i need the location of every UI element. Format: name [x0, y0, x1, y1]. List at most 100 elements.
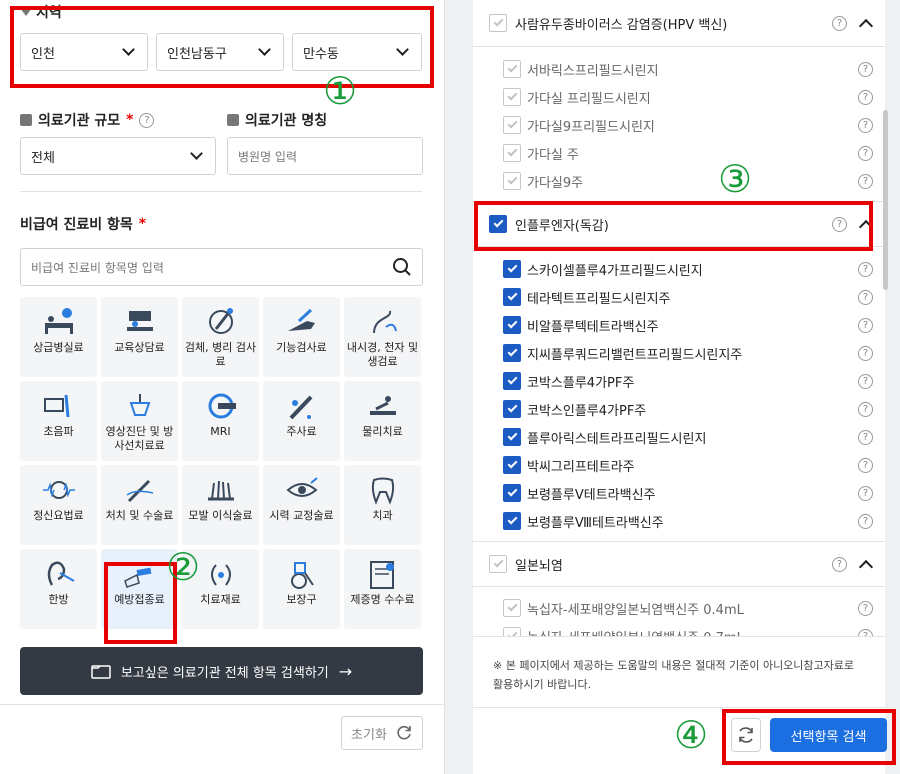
checkbox[interactable] — [503, 400, 521, 418]
help-icon[interactable]: ? — [858, 600, 873, 616]
help-icon[interactable]: ? — [858, 61, 873, 77]
vaccine-item[interactable]: 녹십자-세포배양일본뇌염백신주 0.4mL? — [503, 594, 873, 622]
checkbox[interactable] — [503, 88, 521, 106]
category-tile[interactable]: 상급병실료 — [20, 297, 97, 377]
wheelchair-icon — [285, 559, 319, 589]
category-tile[interactable]: 주사료 — [263, 381, 340, 461]
search-icon[interactable] — [392, 257, 412, 277]
category-tile[interactable]: 검체, 병리 검사료 — [182, 297, 259, 377]
checkbox[interactable] — [503, 144, 521, 162]
category-tile[interactable]: 한방 — [20, 549, 97, 629]
help-icon[interactable]: ? — [139, 112, 155, 128]
category-tile[interactable]: 기능검사료 — [263, 297, 340, 377]
checkbox[interactable] — [503, 60, 521, 78]
category-tile[interactable]: 치과 — [344, 465, 421, 545]
category-label: 내시경, 천자 및 생검료 — [346, 341, 419, 369]
search-all-button[interactable]: 보고싶은 의료기관 전체 항목 검색하기 → — [20, 647, 423, 695]
help-icon[interactable]: ? — [858, 345, 873, 361]
help-icon[interactable]: ? — [858, 317, 873, 333]
vaccine-item[interactable]: 보령플루Ⅷ테트라백신주? — [503, 507, 873, 535]
search-filter-panel: 지역 인천 인천남동구 만수동 ① 의료기관 규모 * ? 전체 의료기관 명칭 … — [0, 0, 445, 774]
category-label: 교육상담료 — [114, 341, 165, 354]
vaccine-item[interactable]: 박씨그리프테트라주? — [503, 451, 873, 479]
category-tile[interactable]: 물리치료 — [344, 381, 421, 461]
help-icon[interactable]: ? — [858, 117, 873, 133]
help-icon[interactable]: ? — [858, 289, 873, 305]
category-tile[interactable]: 보장구 — [263, 549, 340, 629]
vaccine-group-header[interactable]: 일본뇌염? — [473, 541, 885, 587]
category-tile[interactable]: 초음파 — [20, 381, 97, 461]
vaccine-item[interactable]: 가다실 주? — [503, 139, 873, 167]
vaccine-item[interactable]: 지씨플루쿼드리밸런트프리필드시린지주? — [503, 339, 873, 367]
checkbox[interactable] — [503, 344, 521, 362]
vaccine-item[interactable]: 가다실 프리필드시린지? — [503, 83, 873, 111]
vaccine-label: 녹십자-세포배양일본뇌염백신주 0.4mL — [527, 602, 744, 618]
vaccine-item[interactable]: 서바릭스프리필드시린지? — [503, 55, 873, 83]
chevron-up-icon[interactable] — [858, 559, 874, 574]
category-tile[interactable]: 교육상담료 — [101, 297, 178, 377]
checkbox[interactable] — [503, 512, 521, 530]
help-icon[interactable]: ? — [858, 457, 873, 473]
vaccine-label: 스카이셀플루4가프리필드시린지 — [527, 263, 703, 279]
size-select[interactable]: 전체 — [20, 137, 216, 175]
checkbox[interactable] — [503, 484, 521, 502]
help-icon[interactable]: ? — [858, 373, 873, 389]
vaccine-item[interactable]: 가다실9주? — [503, 167, 873, 195]
checkbox[interactable] — [503, 372, 521, 390]
hospital-name-input[interactable]: 병원명 입력 — [227, 137, 423, 175]
help-icon[interactable]: ? — [858, 145, 873, 161]
category-label: 제증명 수수료 — [350, 593, 415, 606]
vaccine-item[interactable]: 코박스인플루4가PF주? — [503, 395, 873, 423]
checkbox[interactable] — [503, 316, 521, 334]
check-icon — [507, 601, 517, 612]
vaccine-item[interactable]: 스카이셀플루4가프리필드시린지? — [503, 255, 873, 283]
category-tile[interactable]: 처치 및 수술료 — [101, 465, 178, 545]
category-tile[interactable]: 내시경, 천자 및 생검료 — [344, 297, 421, 377]
help-icon[interactable]: ? — [858, 173, 873, 189]
fee-item-search-input[interactable]: 비급여 진료비 항목명 입력 — [20, 248, 423, 286]
vaccine-item[interactable]: 비알플루텍테트라백신주? — [503, 311, 873, 339]
vaccine-label: 보령플루Ⅷ테트라백신주 — [527, 515, 664, 531]
vaccine-item[interactable]: 플루아릭스테트라프리필드시린지? — [503, 423, 873, 451]
checkbox[interactable] — [503, 116, 521, 134]
category-tile[interactable]: 영상진단 및 방사선치료료 — [101, 381, 178, 461]
physical-therapy-icon — [366, 391, 400, 421]
category-label: 정신요법료 — [33, 509, 84, 522]
scrollbar[interactable] — [883, 110, 888, 290]
help-icon[interactable]: ? — [858, 261, 873, 277]
ultrasound-icon — [42, 391, 76, 421]
help-icon[interactable]: ? — [858, 89, 873, 105]
category-label: 치료재료 — [200, 593, 241, 606]
category-tile[interactable]: 제증명 수수료 — [344, 549, 421, 629]
category-tile[interactable]: MRI — [182, 381, 259, 461]
help-icon[interactable]: ? — [858, 401, 873, 417]
checkbox[interactable] — [503, 288, 521, 306]
help-icon[interactable]: ? — [832, 15, 847, 31]
help-icon[interactable]: ? — [858, 513, 873, 529]
checkbox[interactable] — [503, 260, 521, 278]
vaccine-item[interactable]: 코박스플루4가PF주? — [503, 367, 873, 395]
category-tile[interactable]: 모발 이식술료 — [182, 465, 259, 545]
mri-icon — [204, 391, 238, 421]
vaccine-item[interactable]: 보령플루Ⅴ테트라백신주? — [503, 479, 873, 507]
checkbox[interactable] — [503, 172, 521, 190]
checkbox[interactable] — [503, 456, 521, 474]
vaccine-group-header[interactable]: 사람유두종바이러스 감염증(HPV 백신)? — [473, 0, 885, 47]
checkbox[interactable] — [503, 599, 521, 617]
vaccine-item[interactable]: 가다실9프리필드시린지? — [503, 111, 873, 139]
checkbox[interactable] — [503, 428, 521, 446]
category-tile[interactable]: 정신요법료 — [20, 465, 97, 545]
hair-transplant-icon — [204, 475, 238, 505]
category-label: 검체, 병리 검사료 — [184, 341, 257, 369]
help-icon[interactable]: ? — [858, 429, 873, 445]
help-icon[interactable]: ? — [832, 556, 847, 572]
vaccine-item[interactable]: 테라텍트프리필드시린지주? — [503, 283, 873, 311]
check-icon — [507, 430, 517, 441]
reset-button[interactable]: 초기화 — [341, 716, 423, 750]
chevron-up-icon[interactable] — [858, 18, 874, 33]
help-icon[interactable]: ? — [858, 485, 873, 501]
checkbox[interactable] — [489, 555, 507, 573]
category-tile[interactable]: 시력 교정술료 — [263, 465, 340, 545]
refresh-icon — [397, 725, 411, 740]
checkbox[interactable] — [489, 14, 507, 32]
